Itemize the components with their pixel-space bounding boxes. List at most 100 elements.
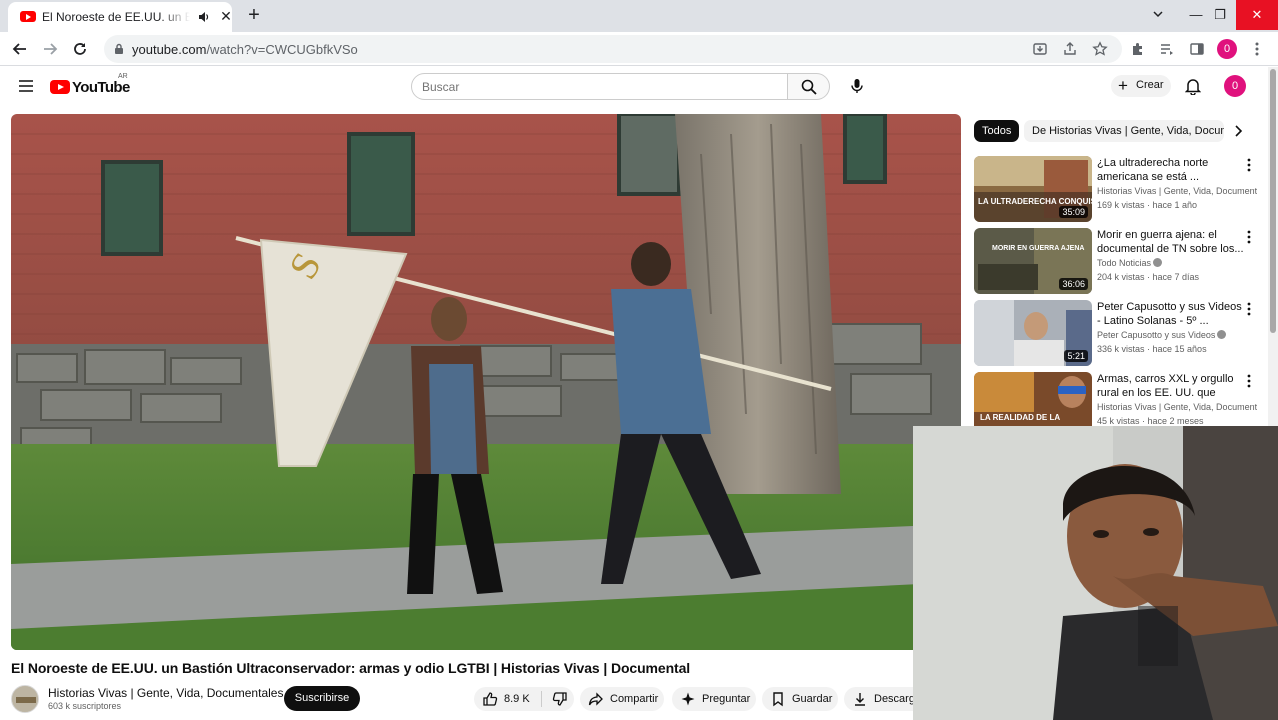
more-options-icon[interactable]	[1246, 158, 1252, 172]
extensions-puzzle-icon[interactable]	[1130, 41, 1146, 57]
window-close-icon[interactable]: ✕	[1236, 0, 1278, 30]
side-panel-icon[interactable]	[1189, 41, 1205, 57]
address-bar[interactable]: youtube.com/watch?v=CWCUGbfkVSo	[104, 35, 1122, 63]
recommendation-title[interactable]: Armas, carros XXL y orgullo rural en los…	[1097, 372, 1247, 400]
country-code: AR	[118, 73, 128, 80]
chip-historias-vivas[interactable]: De Historias Vivas | Gente, Vida, Docume…	[1024, 120, 1224, 142]
browser-menu-icon[interactable]	[1251, 41, 1263, 57]
save-button[interactable]: Guardar	[762, 687, 838, 711]
video-title: El Noroeste de EE.UU. un Bastión Ultraco…	[11, 660, 691, 676]
scrollbar-thumb[interactable]	[1270, 69, 1276, 333]
recommendation-channel[interactable]: Todo Noticias	[1097, 258, 1257, 268]
account-avatar[interactable]: 0	[1224, 75, 1246, 97]
recommendation-title[interactable]: Peter Capusotto y sus Videos - Latino So…	[1097, 300, 1247, 328]
chevron-right-icon[interactable]	[1232, 124, 1244, 138]
share-button[interactable]: Compartir	[580, 687, 664, 711]
more-options-icon[interactable]	[1246, 374, 1252, 388]
recommendation-meta: 169 k vistas · hace 1 año	[1097, 200, 1198, 210]
like-count: 8.9 K	[504, 693, 530, 705]
browser-tab[interactable]: El Noroeste de EE.UU. un Bastión Ultraco…	[8, 2, 232, 32]
share-page-icon[interactable]	[1062, 41, 1078, 57]
search-button[interactable]	[787, 73, 830, 100]
reload-icon[interactable]	[70, 39, 90, 59]
download-icon	[855, 693, 865, 706]
recommendation-channel[interactable]: Historias Vivas | Gente, Vida, Documenta…	[1097, 186, 1257, 196]
verified-badge-icon	[1217, 330, 1227, 339]
channel-avatar[interactable]	[11, 685, 39, 713]
search-input[interactable]	[422, 78, 772, 96]
recommendation-item[interactable]: MORIR EN GUERRA AJENA 36:06 Morir en gue…	[974, 228, 1264, 296]
voice-search-button[interactable]	[844, 73, 870, 99]
thumbs-down-icon	[552, 692, 567, 706]
subscribe-button[interactable]: Suscribirse	[284, 686, 360, 711]
notifications-bell-icon[interactable]	[1185, 77, 1201, 95]
sparkle-icon	[681, 692, 695, 706]
like-divider	[541, 691, 542, 707]
thumb-caption-1: LA ULTRADERECHA CONQUISTA EL OESTE	[978, 197, 1092, 206]
verified-badge-icon	[1153, 258, 1163, 267]
create-button[interactable]: + Crear	[1111, 75, 1171, 97]
thumb-caption-4: LA REALIDAD DE LA	[980, 413, 1060, 422]
recommendation-channel[interactable]: Historias Vivas | Gente, Vida, Documenta…	[1097, 402, 1257, 412]
restore-icon[interactable]: ❐	[1200, 0, 1240, 30]
youtube-wordmark: YouTube	[72, 79, 130, 96]
video-duration: 36:06	[1059, 278, 1088, 290]
recommendation-title[interactable]: ¿La ultraderecha norte americana se está…	[1097, 156, 1247, 184]
recommendation-title[interactable]: Morir en guerra ajena: el documental de …	[1097, 228, 1247, 256]
youtube-play-icon	[50, 80, 70, 94]
video-player[interactable]: S	[11, 114, 961, 650]
browser-toolbar: youtube.com/watch?v=CWCUGbfkVSo 0	[0, 32, 1278, 66]
youtube-favicon-icon	[20, 11, 36, 22]
microphone-icon	[851, 79, 863, 93]
like-dislike-group: 8.9 K	[474, 687, 574, 711]
install-app-icon[interactable]	[1032, 41, 1048, 57]
create-label: Crear	[1136, 79, 1164, 91]
lock-icon[interactable]	[114, 43, 124, 55]
search-icon	[801, 79, 817, 95]
dislike-button[interactable]	[546, 687, 574, 711]
browser-profile-avatar[interactable]: 0	[1217, 39, 1237, 59]
plus-icon: +	[1118, 76, 1128, 95]
recommendation-meta: 336 k vistas · hace 15 años	[1097, 344, 1207, 354]
hamburger-menu-icon[interactable]	[18, 79, 34, 93]
video-thumbnail[interactable]: 5:21	[974, 300, 1092, 366]
tab-close-icon[interactable]: ✕	[218, 8, 234, 24]
save-bookmark-icon	[773, 692, 783, 707]
thumbs-up-icon	[483, 692, 498, 706]
back-icon[interactable]	[10, 39, 30, 59]
new-tab-button[interactable]: +	[244, 5, 264, 25]
tab-search-chevron-icon[interactable]	[1152, 8, 1164, 20]
ask-button[interactable]: Preguntar	[672, 687, 756, 711]
video-thumbnail[interactable]: LA REALIDAD DE LA	[974, 372, 1092, 426]
filter-chips: Todos De Historias Vivas | Gente, Vida, …	[974, 120, 1250, 142]
youtube-header: YouTube AR + Crear 0	[0, 67, 1268, 107]
speaker-icon[interactable]	[198, 11, 210, 23]
recommendation-channel[interactable]: Peter Capusotto y sus Videos	[1097, 330, 1257, 340]
thumb-caption-2: MORIR EN GUERRA AJENA	[992, 245, 1084, 252]
webcam-feed	[913, 426, 1278, 720]
share-arrow-icon	[588, 692, 603, 706]
recommendation-meta: 45 k vistas · hace 2 meses	[1097, 416, 1204, 426]
recommendation-item[interactable]: LA REALIDAD DE LA Armas, carros XXL y or…	[974, 372, 1264, 426]
recommendation-item[interactable]: 5:21 Peter Capusotto y sus Videos - Lati…	[974, 300, 1264, 368]
webcam-overlay	[913, 426, 1278, 720]
channel-name[interactable]: Historias Vivas | Gente, Vida, Documenta…	[48, 686, 283, 700]
tab-title: El Noroeste de EE.UU. un Bastión Ultraco…	[42, 10, 190, 24]
video-frame: S	[11, 114, 961, 650]
more-options-icon[interactable]	[1246, 302, 1252, 316]
browser-tab-strip: El Noroeste de EE.UU. un Bastión Ultraco…	[0, 0, 1278, 32]
more-options-icon[interactable]	[1246, 230, 1252, 244]
like-button[interactable]: 8.9 K	[474, 687, 541, 711]
chip-todos[interactable]: Todos	[974, 120, 1020, 142]
recommendation-meta: 204 k vistas · hace 7 días	[1097, 272, 1200, 282]
bookmark-star-icon[interactable]	[1092, 41, 1108, 57]
video-duration: 5:21	[1064, 350, 1088, 362]
subscriber-count: 603 k suscriptores	[48, 701, 122, 711]
video-duration: 35:09	[1059, 206, 1088, 218]
video-thumbnail[interactable]: LA ULTRADERECHA CONQUISTA EL OESTE 35:09	[974, 156, 1092, 222]
url-text: youtube.com/watch?v=CWCUGbfkVSo	[132, 42, 358, 57]
forward-icon[interactable]	[40, 39, 60, 59]
video-thumbnail[interactable]: MORIR EN GUERRA AJENA 36:06	[974, 228, 1092, 294]
recommendation-item[interactable]: LA ULTRADERECHA CONQUISTA EL OESTE 35:09…	[974, 156, 1264, 224]
media-queue-icon[interactable]	[1159, 41, 1175, 57]
